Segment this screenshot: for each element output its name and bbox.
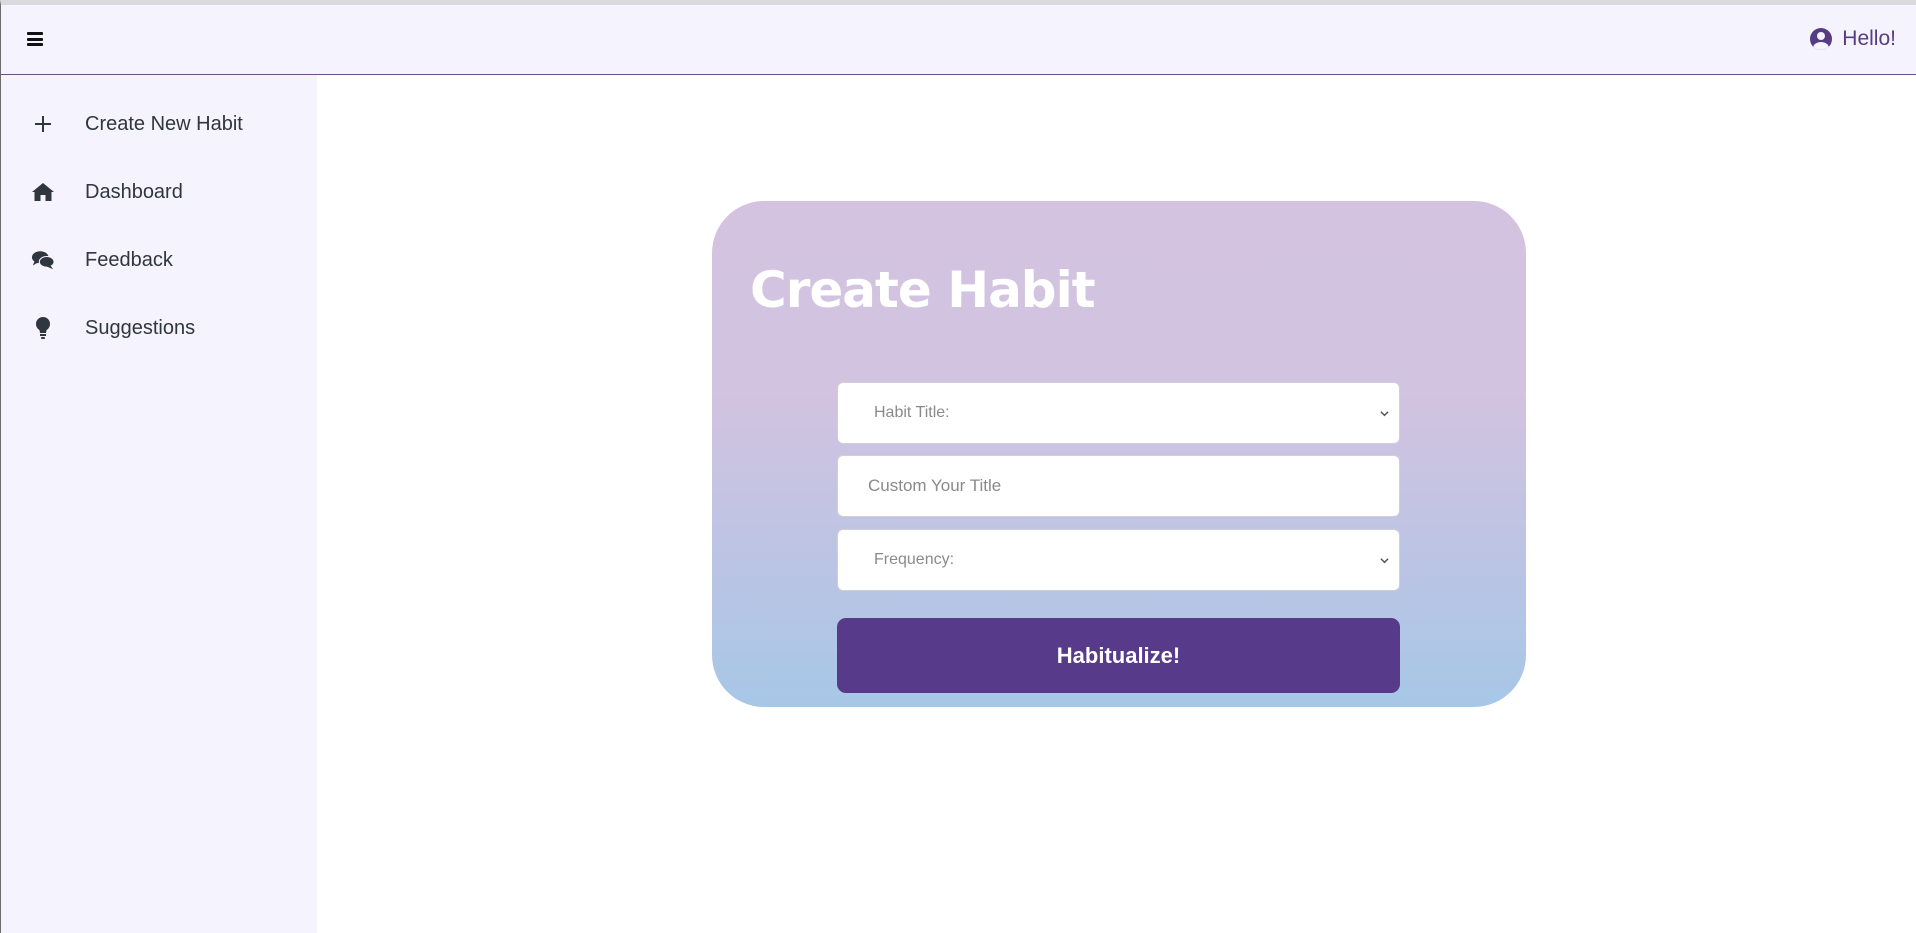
sidebar-item-create-new-habit[interactable]: Create New Habit (1, 95, 317, 153)
greeting-text: Hello! (1842, 27, 1896, 50)
comments-icon (31, 248, 55, 272)
hamburger-icon[interactable] (27, 32, 43, 46)
chevron-down-icon (1380, 411, 1389, 417)
custom-title-input[interactable]: Custom Your Title (837, 455, 1400, 517)
sidebar-item-label: Create New Habit (85, 112, 243, 135)
page-title: Create Habit (750, 261, 1096, 319)
plus-icon (31, 112, 55, 136)
sidebar-item-label: Suggestions (85, 316, 196, 339)
hamburger-line (27, 37, 43, 41)
custom-title-placeholder: Custom Your Title (868, 476, 1002, 495)
habitualize-button[interactable]: Habitualize! (837, 618, 1400, 693)
habit-title-select[interactable]: Habit Title: (837, 382, 1400, 444)
sidebar: Create New Habit Dashboard Feedback Sugg… (1, 75, 317, 933)
chevron-down-icon (1380, 558, 1389, 564)
habit-title-select-value: Habit Title: (874, 404, 950, 421)
user-menu[interactable]: Hello! (1810, 27, 1896, 51)
habitualize-button-label: Habitualize! (1056, 642, 1181, 668)
create-habit-card: Create Habit Habit Title: Custom Your Ti… (712, 201, 1526, 707)
home-icon (31, 180, 55, 204)
hamburger-line (27, 32, 43, 35)
hamburger-line (27, 43, 43, 46)
sidebar-item-label: Dashboard (85, 180, 183, 203)
sidebar-item-feedback[interactable]: Feedback (1, 231, 317, 289)
app-window: Hello! Create New Habit Dashboard Feedba… (0, 0, 1916, 933)
sidebar-item-label: Feedback (85, 248, 173, 271)
lightbulb-icon (31, 316, 55, 340)
sidebar-item-suggestions[interactable]: Suggestions (1, 299, 317, 357)
top-bar: Hello! (1, 5, 1916, 75)
sidebar-item-dashboard[interactable]: Dashboard (1, 163, 317, 221)
frequency-select[interactable]: Frequency: (837, 529, 1400, 591)
frequency-select-value: Frequency: (874, 551, 955, 568)
user-circle-icon (1810, 28, 1833, 50)
